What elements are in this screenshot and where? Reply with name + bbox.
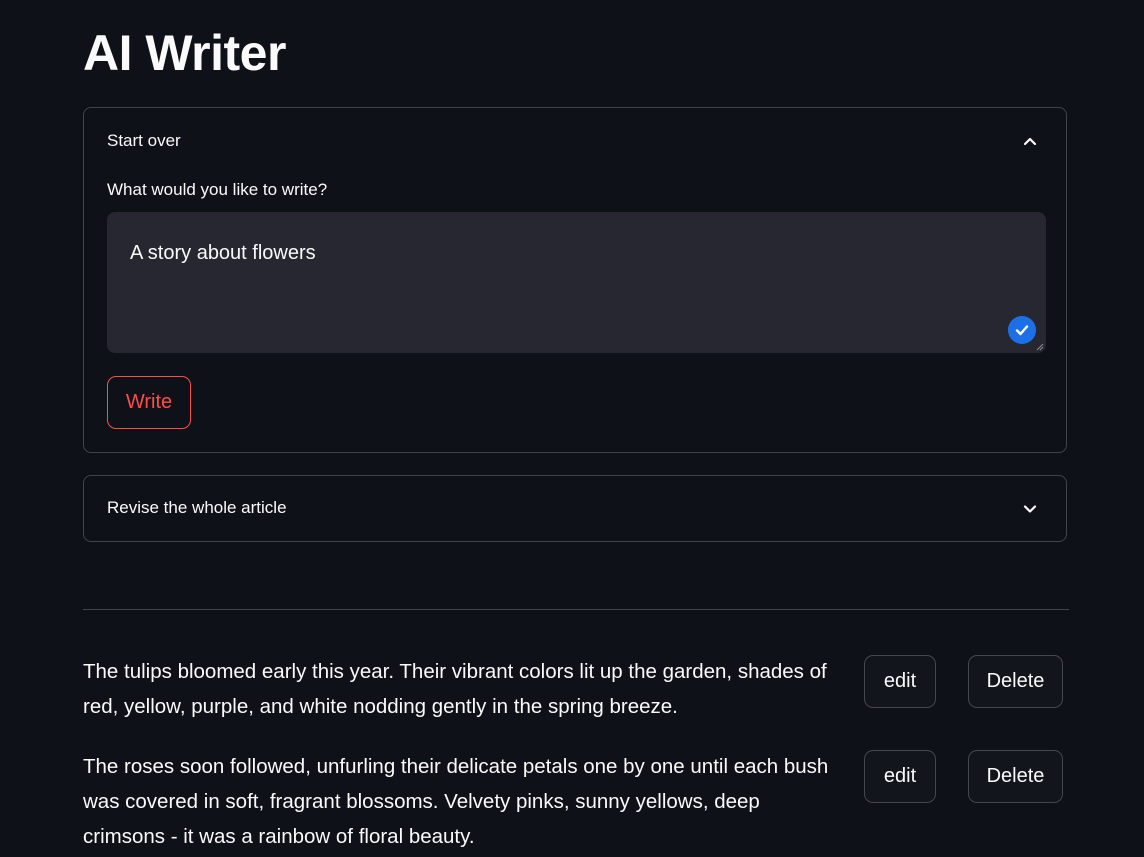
delete-button-2[interactable]: Delete xyxy=(968,750,1063,803)
start-over-label: Start over xyxy=(107,131,181,150)
revise-header[interactable]: Revise the whole article xyxy=(84,476,1066,542)
paragraph-1: The tulips bloomed early this year. Thei… xyxy=(83,660,827,718)
paragraph-2: The roses soon followed, unfurling their… xyxy=(83,755,829,848)
write-button[interactable]: Write xyxy=(107,376,191,429)
section-divider xyxy=(83,609,1069,610)
edit-button-1[interactable]: edit xyxy=(864,655,936,708)
prompt-label: What would you like to write? xyxy=(107,180,328,199)
page-title: AI Writer xyxy=(83,25,286,81)
edit-button-2[interactable]: edit xyxy=(864,750,936,803)
revise-expander: Revise the whole article xyxy=(83,475,1067,542)
prompt-textarea[interactable]: A story about flowers xyxy=(107,212,1046,353)
start-over-expander: Start over What would you like to write?… xyxy=(83,107,1067,453)
chevron-up-icon xyxy=(1023,137,1037,146)
prompt-textarea-value[interactable]: A story about flowers xyxy=(130,240,316,266)
app-page: AI Writer Start over What would you like… xyxy=(0,0,1144,857)
check-icon xyxy=(1008,316,1036,344)
start-over-header[interactable]: Start over xyxy=(84,108,1066,174)
chevron-down-icon xyxy=(1023,505,1037,513)
revise-label: Revise the whole article xyxy=(107,498,287,517)
delete-button-1[interactable]: Delete xyxy=(968,655,1063,708)
resize-handle-icon[interactable] xyxy=(1036,343,1044,351)
